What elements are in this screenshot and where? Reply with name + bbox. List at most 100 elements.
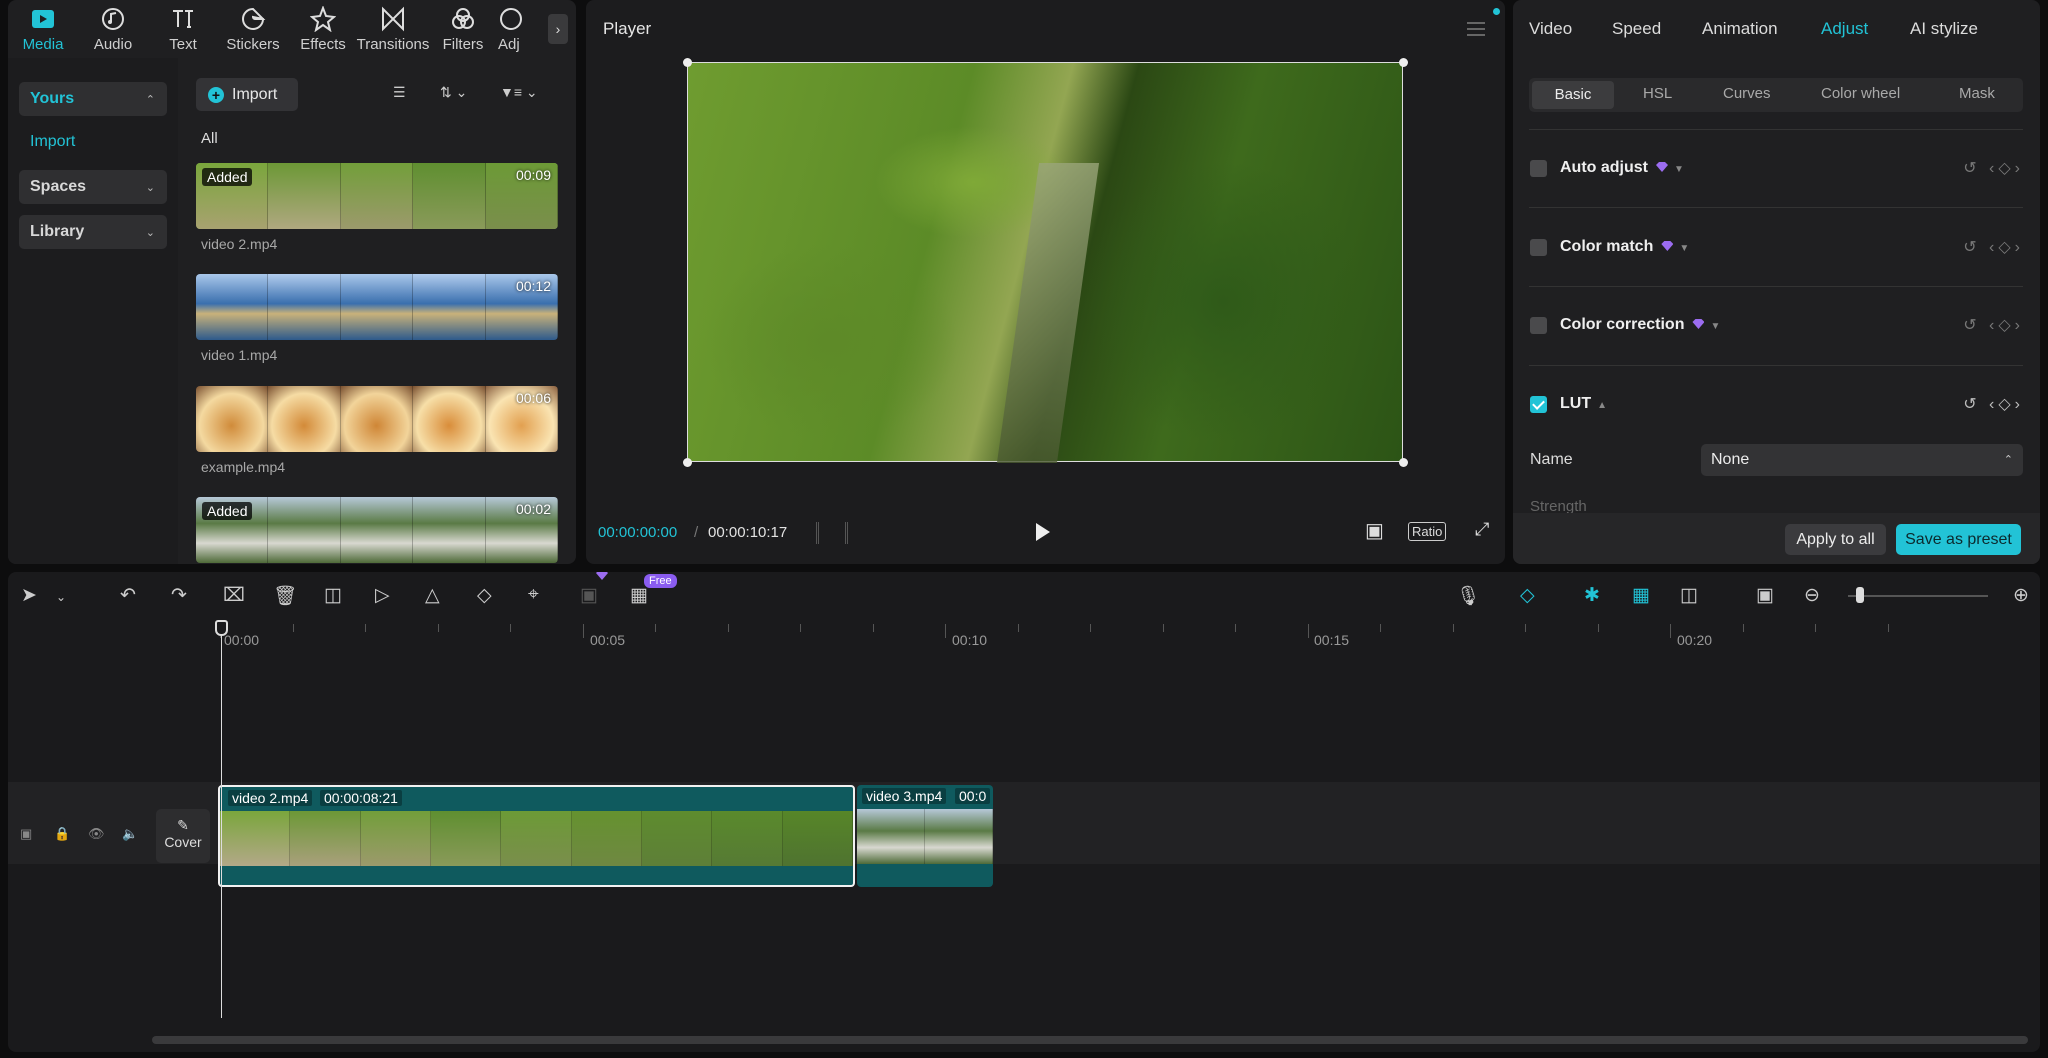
crop-handle[interactable] bbox=[683, 458, 692, 467]
cover-button[interactable]: ✎ Cover bbox=[156, 809, 210, 863]
playhead-handle[interactable] bbox=[215, 620, 228, 636]
caret-down-icon[interactable]: ▼ bbox=[1710, 321, 1720, 332]
tab-filters[interactable]: Filters bbox=[428, 0, 498, 58]
timeline-clip[interactable]: video 3.mp4 00:0 bbox=[857, 785, 993, 887]
split-icon[interactable]: ⌧ bbox=[223, 584, 245, 607]
tab-stickers[interactable]: Stickers bbox=[218, 0, 288, 58]
link-icon[interactable]: ◇ bbox=[1520, 584, 1535, 607]
subtab-color-wheel[interactable]: Color wheel bbox=[1821, 85, 1900, 102]
apply-to-all-button[interactable]: Apply to all bbox=[1785, 524, 1886, 555]
ruler-tick bbox=[872, 624, 874, 632]
tab-adjust[interactable]: Adj bbox=[498, 0, 538, 58]
sidebar-import[interactable]: Import bbox=[30, 133, 75, 151]
lut-name-value: None bbox=[1711, 451, 1750, 468]
eye-icon[interactable]: 👁 bbox=[88, 826, 105, 842]
video-preview[interactable] bbox=[687, 62, 1403, 463]
microphone-icon[interactable]: 🎙 bbox=[1456, 584, 1480, 608]
lock-icon[interactable]: 🔒 bbox=[54, 826, 70, 842]
timeline-clip[interactable]: video 2.mp4 00:00:08:21 bbox=[218, 785, 855, 887]
reset-keyframe-icons[interactable]: ↺ ‹◇› bbox=[1963, 158, 2024, 178]
reverse-icon[interactable]: ▷ bbox=[375, 584, 390, 607]
undo-icon[interactable]: ↶ bbox=[120, 584, 136, 607]
split-preview-icon[interactable]: ◫ bbox=[1680, 584, 1698, 607]
screenshot-icon[interactable]: ▣ bbox=[1365, 518, 1384, 543]
sidebar-yours[interactable]: Yours ⌃ bbox=[19, 82, 167, 116]
import-button[interactable]: + Import bbox=[196, 78, 298, 111]
delete-icon[interactable]: 🗑 bbox=[273, 584, 297, 608]
zoom-in-icon[interactable]: ⊕ bbox=[2013, 584, 2029, 607]
sort-icon[interactable]: ⇅ ⌄ bbox=[440, 84, 467, 101]
tab-audio[interactable]: Audio bbox=[78, 0, 148, 58]
media-item[interactable]: 00:06 example.mp4 bbox=[196, 386, 558, 475]
media-thumbnail[interactable]: 00:06 bbox=[196, 386, 558, 452]
timeline-scrollbar[interactable] bbox=[152, 1036, 2028, 1044]
lut-checkbox[interactable] bbox=[1530, 396, 1547, 413]
color-correction-checkbox[interactable] bbox=[1530, 317, 1547, 334]
freeze-icon[interactable]: ◫ bbox=[324, 584, 342, 607]
auto-adjust-checkbox[interactable] bbox=[1530, 160, 1547, 177]
zoom-out-icon[interactable]: ⊖ bbox=[1804, 584, 1820, 607]
save-as-preset-button[interactable]: Save as preset bbox=[1896, 524, 2021, 555]
track-toggle-icon[interactable]: ▣ bbox=[20, 826, 32, 842]
ratio-button[interactable]: Ratio bbox=[1408, 522, 1447, 541]
redo-icon[interactable]: ↷ bbox=[171, 584, 187, 607]
caret-down-icon[interactable]: ▼ bbox=[1674, 164, 1684, 175]
magnet-icon[interactable]: ✱ bbox=[1584, 584, 1600, 607]
reset-keyframe-icons[interactable]: ↺ ‹◇› bbox=[1963, 237, 2024, 257]
crop-handle[interactable] bbox=[683, 58, 692, 67]
caret-up-icon[interactable]: ▲ bbox=[1597, 400, 1607, 411]
tab-adjust[interactable]: Adjust bbox=[1821, 19, 1868, 39]
tab-ai-stylize[interactable]: AI stylize bbox=[1910, 19, 1978, 39]
zoom-slider[interactable] bbox=[1848, 595, 1988, 597]
reset-keyframe-icons[interactable]: ↺ ‹◇› bbox=[1963, 394, 2024, 414]
fullscreen-icon[interactable]: ⤢ bbox=[1475, 519, 1489, 540]
crop-handle[interactable] bbox=[1399, 458, 1408, 467]
speaker-icon[interactable]: 🔈 bbox=[122, 826, 138, 842]
tab-media[interactable]: Media bbox=[8, 0, 78, 58]
tab-text[interactable]: Text bbox=[148, 0, 218, 58]
media-item[interactable]: Added 00:02 bbox=[196, 497, 558, 563]
view-toggle-icon[interactable]: ☰ bbox=[393, 84, 406, 101]
timeline-grid-icon[interactable] bbox=[816, 522, 848, 544]
subtab-hsl[interactable]: HSL bbox=[1643, 85, 1672, 102]
color-match-checkbox[interactable] bbox=[1530, 239, 1547, 256]
subtab-curves[interactable]: Curves bbox=[1723, 85, 1771, 102]
sidebar-library[interactable]: Library ⌄ bbox=[19, 215, 167, 249]
filter-icon[interactable]: ▼≡ ⌄ bbox=[500, 84, 538, 101]
subtab-basic[interactable]: Basic bbox=[1532, 81, 1614, 109]
sidebar-spaces[interactable]: Spaces ⌄ bbox=[19, 170, 167, 204]
tab-transitions[interactable]: Transitions bbox=[357, 0, 429, 58]
auto-reframe-icon[interactable]: ▦ bbox=[630, 584, 648, 607]
subtab-mask[interactable]: Mask bbox=[1959, 85, 1995, 102]
media-item[interactable]: Added 00:09 video 2.mp4 bbox=[196, 163, 558, 252]
tab-effects[interactable]: Effects bbox=[288, 0, 358, 58]
select-cursor-icon[interactable]: ➤ bbox=[21, 584, 37, 607]
tab-video[interactable]: Video bbox=[1529, 19, 1572, 39]
mirror-icon[interactable]: △ bbox=[425, 584, 440, 607]
timeline-panel: ➤ ⌄ ↶ ↷ ⌧ 🗑 ◫ ▷ △ ◇ ⌖ ▣ ▦ Free 🎙 ◇ ✱ ▦ ◫… bbox=[8, 572, 2040, 1052]
media-thumbnail[interactable]: 00:12 bbox=[196, 274, 558, 340]
rotate-icon[interactable]: ◇ bbox=[477, 584, 492, 607]
crop-handle[interactable] bbox=[1399, 58, 1408, 67]
playhead-line[interactable] bbox=[221, 622, 222, 1018]
media-thumbnail[interactable]: Added 00:09 bbox=[196, 163, 558, 229]
timeline-ruler[interactable]: 00:00 00:05 00:10 00:15 00:20 bbox=[158, 620, 2038, 648]
zoom-slider-handle[interactable] bbox=[1856, 587, 1864, 603]
media-thumbnail[interactable]: Added 00:02 bbox=[196, 497, 558, 563]
preview-axis-icon[interactable]: ▣ bbox=[1756, 584, 1774, 607]
media-item[interactable]: 00:12 video 1.mp4 bbox=[196, 274, 558, 363]
caret-down-icon[interactable]: ▼ bbox=[1679, 243, 1689, 254]
tab-animation[interactable]: Animation bbox=[1702, 19, 1778, 39]
media-panel: Media Audio Text Stickers Effects Transi… bbox=[8, 0, 576, 564]
premium-gem-icon bbox=[1661, 241, 1674, 251]
auto-snap-icon[interactable]: ▦ bbox=[1632, 584, 1650, 607]
menu-icon[interactable] bbox=[1467, 22, 1485, 36]
tab-speed[interactable]: Speed bbox=[1612, 19, 1661, 39]
crop-icon[interactable]: ⌖ bbox=[528, 584, 539, 606]
chevron-down-icon[interactable]: ⌄ bbox=[56, 590, 66, 604]
reset-keyframe-icons[interactable]: ↺ ‹◇› bbox=[1963, 315, 2024, 335]
play-icon[interactable] bbox=[1036, 523, 1050, 541]
tabs-scroll-right-button[interactable]: › bbox=[548, 14, 568, 44]
remove-bg-icon[interactable]: ▣ bbox=[580, 584, 598, 607]
lut-name-select[interactable]: None ⌃ bbox=[1701, 444, 2023, 476]
